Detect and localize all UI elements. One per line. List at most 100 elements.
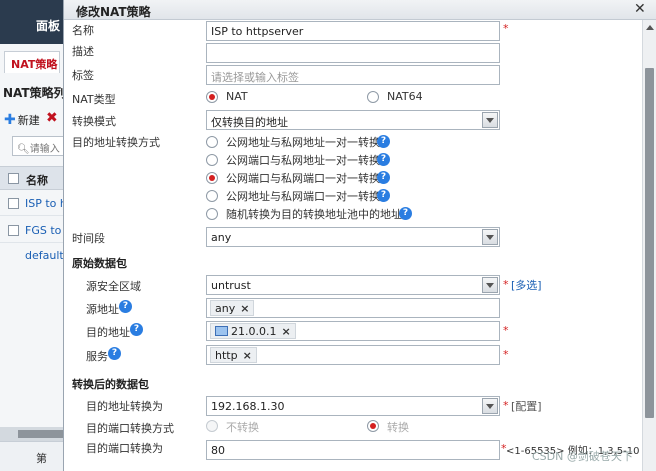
tag-text: http xyxy=(215,349,238,362)
edit-nat-policy-dialog: 修改NAT策略 ✕ 名称 ISP to httpserver * 描述 标签 请… xyxy=(63,0,656,471)
row-checkbox[interactable] xyxy=(8,198,19,209)
delete-icon[interactable]: ✖ xyxy=(46,110,58,126)
scroll-thumb[interactable] xyxy=(18,430,64,438)
help-icon[interactable]: ? xyxy=(399,207,412,220)
remove-icon[interactable]: × xyxy=(243,349,252,362)
convert-radio[interactable] xyxy=(367,420,379,432)
time-select[interactable]: any xyxy=(206,227,500,247)
vertical-scrollbar[interactable] xyxy=(642,20,656,471)
horizontal-scrollbar[interactable] xyxy=(0,427,70,441)
chevron-down-icon[interactable] xyxy=(482,229,498,245)
nat64-radio[interactable] xyxy=(367,91,379,103)
convert-option[interactable]: 转换 xyxy=(387,419,409,435)
row-name[interactable]: default xyxy=(25,249,64,262)
watermark: CSDN @剑破苍天下 xyxy=(532,450,633,463)
tag-field[interactable]: 请选择或输入标签 xyxy=(206,65,500,85)
dest-mode-option-4[interactable]: 公网地址与私网端口一对一转换 xyxy=(226,188,380,204)
mode-label: 转换模式 xyxy=(72,115,116,128)
pager: 第 xyxy=(0,441,70,471)
nat-option[interactable]: NAT xyxy=(226,90,248,103)
name-field[interactable]: ISP to httpserver xyxy=(206,21,500,41)
no-convert-option[interactable]: 不转换 xyxy=(226,419,259,435)
src-zone-value: untrust xyxy=(211,279,251,292)
dest-mode-option-1[interactable]: 公网地址与私网地址一对一转换 xyxy=(226,134,380,150)
multi-select-link[interactable]: [多选] xyxy=(511,277,542,293)
required-mark: * xyxy=(503,22,509,35)
service-tag[interactable]: http × xyxy=(210,347,257,363)
column-name: 名称 xyxy=(26,174,48,187)
help-icon[interactable]: ? xyxy=(377,171,390,184)
remove-icon[interactable]: × xyxy=(281,325,290,338)
name-label: 名称 xyxy=(72,24,94,37)
desc-field[interactable] xyxy=(206,43,500,63)
desc-label: 描述 xyxy=(72,45,94,58)
nat64-option[interactable]: NAT64 xyxy=(387,90,423,103)
dst-port-to-label: 目的端口转换为 xyxy=(86,442,163,455)
search-input[interactable]: 🔍︎请输入 xyxy=(12,136,70,156)
help-icon[interactable]: ? xyxy=(108,347,121,360)
dialog-titlebar[interactable]: 修改NAT策略 ✕ xyxy=(64,0,656,20)
original-packet-heading: 原始数据包 xyxy=(72,257,127,270)
remove-icon[interactable]: × xyxy=(240,302,249,315)
dest-mode-option-3[interactable]: 公网端口与私网端口一对一转换 xyxy=(226,170,380,186)
table-row[interactable]: ISP to h xyxy=(0,192,70,216)
help-icon[interactable]: ? xyxy=(377,189,390,202)
dst-to-select[interactable]: 192.168.1.30 xyxy=(206,396,500,416)
dst-addr-label: 目的地址 xyxy=(86,326,130,339)
nat-type-label: NAT类型 xyxy=(72,93,116,106)
required-mark: * xyxy=(503,399,509,412)
dst-port-mode-label: 目的端口转换方式 xyxy=(86,422,174,435)
help-icon[interactable]: ? xyxy=(377,135,390,148)
dst-addr-tag[interactable]: 21.0.0.1 × xyxy=(210,323,296,339)
dst-to-label: 目的地址转换为 xyxy=(86,400,163,413)
scroll-thumb[interactable] xyxy=(645,68,654,418)
src-addr-label: 源地址 xyxy=(86,303,119,316)
help-icon[interactable]: ? xyxy=(130,323,143,336)
row-name[interactable]: ISP to h xyxy=(25,197,67,210)
chevron-down-icon[interactable] xyxy=(482,277,498,293)
select-all-checkbox[interactable] xyxy=(8,173,19,184)
row-name[interactable]: FGS to xyxy=(25,224,61,237)
nat-radio[interactable] xyxy=(206,91,218,103)
mode-select[interactable]: 仅转换目的地址 xyxy=(206,110,500,130)
dest-mode-radio-1[interactable] xyxy=(206,136,218,148)
dst-to-value: 192.168.1.30 xyxy=(211,400,285,413)
service-label: 服务 xyxy=(86,350,108,363)
tag-label: 标签 xyxy=(72,69,94,82)
no-convert-radio[interactable] xyxy=(206,420,218,432)
src-zone-select[interactable]: untrust xyxy=(206,275,500,295)
table-row[interactable]: default xyxy=(0,244,70,268)
search-placeholder: 请输入 xyxy=(29,144,60,155)
dest-mode-option-5[interactable]: 随机转换为目的转换地址池中的地址 xyxy=(226,206,402,222)
help-icon[interactable]: ? xyxy=(377,153,390,166)
table-header: 名称 xyxy=(0,166,70,190)
policy-list-title: NAT策略列 xyxy=(3,86,66,100)
config-link[interactable]: [配置] xyxy=(511,398,542,414)
dest-mode-radio-5[interactable] xyxy=(206,208,218,220)
src-zone-label: 源安全区域 xyxy=(86,280,141,293)
dest-mode-option-2[interactable]: 公网端口与私网地址一对一转换 xyxy=(226,152,380,168)
computer-icon xyxy=(215,326,228,336)
row-checkbox[interactable] xyxy=(8,225,19,236)
search-icon: 🔍︎ xyxy=(17,144,30,155)
dest-mode-radio-2[interactable] xyxy=(206,154,218,166)
pager-label: 第 xyxy=(36,452,47,465)
dest-mode-label: 目的地址转换方式 xyxy=(72,136,160,149)
close-icon[interactable]: ✕ xyxy=(634,1,646,17)
scroll-up-icon[interactable] xyxy=(646,25,654,30)
help-icon[interactable]: ? xyxy=(119,300,132,313)
dst-port-to-field[interactable]: 80 xyxy=(206,440,500,460)
chevron-down-icon[interactable] xyxy=(482,112,498,128)
chevron-down-icon[interactable] xyxy=(482,398,498,414)
new-button[interactable]: ✚ 新建 xyxy=(4,112,40,128)
required-mark: * xyxy=(503,324,509,337)
time-value: any xyxy=(211,231,232,244)
required-mark: * xyxy=(503,348,509,361)
dest-mode-radio-4[interactable] xyxy=(206,190,218,202)
table-row[interactable]: FGS to xyxy=(0,219,70,243)
tab-nat-policy[interactable]: NAT策略 xyxy=(4,51,60,73)
src-addr-tag[interactable]: any × xyxy=(210,300,255,316)
dialog-title: 修改NAT策略 xyxy=(76,5,151,19)
dest-mode-radio-3[interactable] xyxy=(206,172,218,184)
tag-text: 21.0.0.1 xyxy=(231,325,277,338)
